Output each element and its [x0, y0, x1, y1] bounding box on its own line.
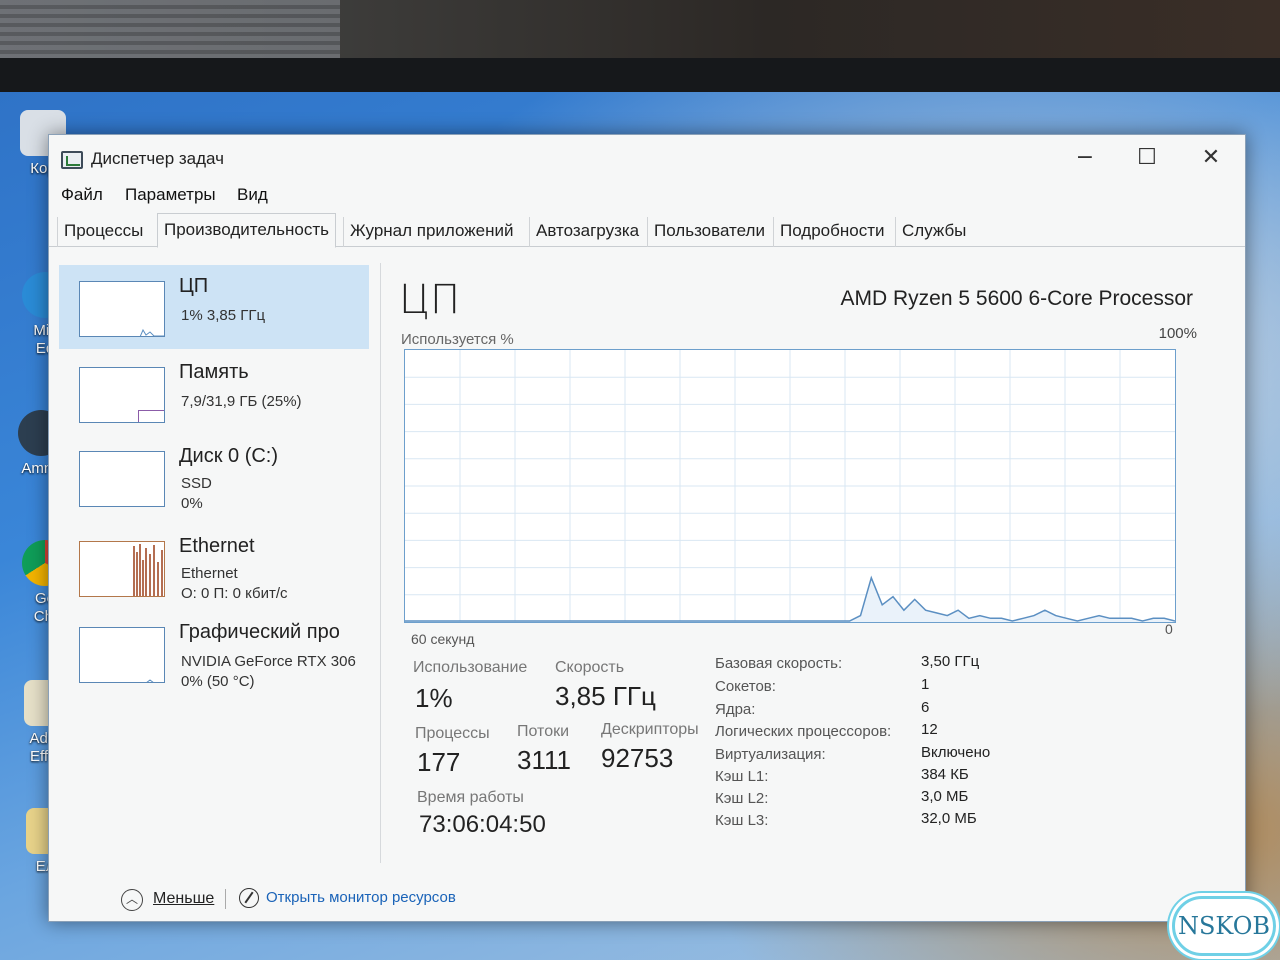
virtualization-label: Виртуализация:	[715, 746, 826, 763]
threads-label: Потоки	[517, 723, 570, 740]
speed-label: Скорость	[555, 659, 625, 676]
window-title: Диспетчер задач	[91, 149, 224, 168]
tab-processes[interactable]: Процессы	[57, 217, 149, 247]
speed-value: 3,85 ГГц	[555, 681, 656, 711]
ethernet-spikes	[133, 544, 163, 596]
window-blinds	[0, 0, 340, 60]
resource-item-gpu[interactable]: Графический про NVIDIA GeForce RTX 306 0…	[59, 611, 369, 695]
resource-detail-2: 0%	[181, 495, 203, 512]
resource-detail-2: 0% (50 °C)	[181, 673, 255, 690]
resource-name: ЦП	[179, 275, 209, 297]
usage-label: Использование	[413, 659, 528, 676]
tab-details[interactable]: Подробности	[773, 217, 891, 247]
resource-item-ethernet[interactable]: Ethernet Ethernet О: 0 П: 0 кбит/с	[59, 525, 369, 609]
cpu-thumbnail-line	[139, 328, 164, 336]
task-manager-window: Диспетчер задач − ☐ ✕ Файл Параметры Вид…	[48, 134, 1246, 922]
menu-file[interactable]: Файл	[61, 185, 103, 205]
resource-list: ЦП 1% 3,85 ГГц Память 7,9/31,9 ГБ (25%) …	[59, 263, 381, 863]
menu-bar: Файл Параметры Вид	[49, 181, 1245, 211]
resource-detail: SSD	[181, 475, 212, 492]
l1-cache-value: 384 КБ	[921, 766, 969, 783]
cores-value: 6	[921, 699, 930, 716]
memory-thumbnail-graph	[79, 367, 165, 423]
resource-monitor-icon[interactable]	[239, 888, 259, 908]
tab-startup[interactable]: Автозагрузка	[529, 217, 645, 247]
close-button[interactable]: ✕	[1185, 141, 1237, 175]
processes-label: Процессы	[415, 725, 490, 742]
cpu-thumbnail-graph	[79, 281, 165, 337]
ethernet-thumbnail-svg	[133, 544, 163, 596]
tab-performance[interactable]: Производительность	[157, 213, 337, 248]
logical-processors-label: Логических процессоров:	[715, 723, 892, 740]
base-speed-label: Базовая скорость:	[715, 655, 843, 672]
title-bar[interactable]: Диспетчер задач − ☐ ✕	[49, 135, 1245, 181]
l2-cache-value: 3,0 МБ	[921, 788, 969, 805]
resource-detail: 7,9/31,9 ГБ (25%)	[181, 393, 302, 410]
sockets-value: 1	[921, 676, 930, 693]
graph-y-label: Используется %	[401, 331, 514, 348]
tab-services[interactable]: Службы	[895, 217, 972, 247]
task-manager-icon	[61, 151, 83, 169]
resource-detail: 1% 3,85 ГГц	[181, 307, 266, 324]
ethernet-thumbnail-graph	[79, 541, 165, 597]
logical-processors-value: 12	[921, 721, 938, 738]
graph-max-label: 100%	[1158, 325, 1197, 342]
footer-bar: ︿ Меньше Открыть монитор ресурсов	[49, 881, 1245, 917]
uptime-value: 73:06:04:50	[419, 811, 546, 838]
fewer-details-link[interactable]: Меньше	[153, 890, 214, 908]
cpu-usage-svg	[405, 350, 1175, 622]
resource-item-disk[interactable]: Диск 0 (C:) SSD 0%	[59, 435, 369, 519]
virtualization-value: Включено	[921, 744, 991, 761]
processes-value: 177	[417, 747, 461, 777]
resource-name: Память	[179, 361, 249, 383]
base-speed-value: 3,50 ГГц	[921, 653, 980, 670]
cpu-model-name: AMD Ryzen 5 5600 6-Core Processor	[840, 287, 1193, 310]
resource-item-memory[interactable]: Память 7,9/31,9 ГБ (25%)	[59, 351, 369, 435]
handles-value: 92753	[601, 743, 674, 773]
resource-name: Графический про	[179, 621, 340, 643]
chevron-up-icon[interactable]: ︿	[121, 889, 143, 911]
resource-name: Ethernet	[179, 535, 255, 557]
cpu-usage-graph	[404, 349, 1176, 623]
resource-detail-2: О: 0 П: 0 кбит/с	[181, 585, 288, 602]
tab-users[interactable]: Пользователи	[647, 217, 771, 247]
usage-value: 1%	[415, 683, 453, 713]
resource-name: Диск 0 (C:)	[179, 445, 279, 467]
open-resource-monitor-link[interactable]: Открыть монитор ресурсов	[266, 889, 456, 906]
threads-value: 3111	[517, 745, 571, 775]
page-title: ЦП	[399, 277, 461, 323]
cores-label: Ядра:	[715, 701, 756, 718]
sockets-label: Сокетов:	[715, 678, 776, 695]
graph-min-label: 0	[1165, 621, 1173, 637]
watermark-badge: NSKOB	[1172, 896, 1276, 956]
minimize-button[interactable]: −	[1059, 141, 1111, 175]
resource-detail: NVIDIA GeForce RTX 306	[181, 653, 356, 670]
l3-cache-value: 32,0 МБ	[921, 810, 977, 827]
gpu-thumbnail-line	[146, 679, 154, 682]
tab-app-history[interactable]: Журнал приложений	[343, 217, 520, 247]
resource-item-cpu[interactable]: ЦП 1% 3,85 ГГц	[59, 265, 369, 349]
gpu-thumbnail-svg	[146, 679, 154, 682]
footer-divider	[225, 889, 226, 909]
maximize-button[interactable]: ☐	[1121, 141, 1173, 175]
cpu-thumbnail-svg	[139, 328, 164, 336]
handles-label: Дескрипторы	[601, 721, 699, 738]
menu-view[interactable]: Вид	[237, 185, 268, 205]
memory-thumbnail-fill	[138, 410, 164, 422]
l3-cache-label: Кэш L3:	[715, 812, 769, 829]
uptime-label: Время работы	[417, 789, 524, 806]
tab-bar: Процессы Производительность Журнал прило…	[49, 213, 1245, 248]
l2-cache-label: Кэш L2:	[715, 790, 769, 807]
disk-thumbnail-graph	[79, 451, 165, 507]
l1-cache-label: Кэш L1:	[715, 768, 769, 785]
menu-options[interactable]: Параметры	[125, 185, 216, 205]
graph-time-label: 60 секунд	[411, 631, 475, 647]
resource-detail: Ethernet	[181, 565, 238, 582]
gpu-thumbnail-graph	[79, 627, 165, 683]
